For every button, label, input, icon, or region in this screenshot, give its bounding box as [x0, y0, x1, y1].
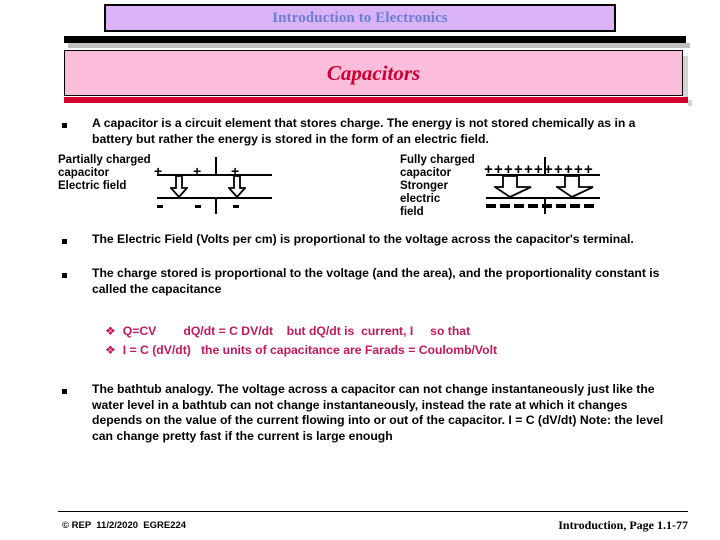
minus-charge-icon — [157, 205, 163, 208]
bullet-text-1: A capacitor is a circuit element that st… — [92, 116, 636, 146]
minus-charge-icon — [570, 204, 580, 208]
subtitle-box-shadow — [683, 56, 688, 102]
minus-charge-icon — [528, 204, 538, 208]
plus-charge-icon: + — [534, 161, 543, 178]
plus-charge-icon: + — [514, 161, 523, 178]
diamond-bullet-icon: ❖ — [105, 343, 116, 357]
bullet-item-3: The charge stored is proportional to the… — [62, 266, 670, 297]
footer-right-text: Introduction, Page 1.1-77 — [558, 518, 688, 532]
plus-charge-icon: + — [574, 161, 583, 178]
minus-charge-icon — [514, 204, 524, 208]
minus-charge-icon — [195, 205, 201, 208]
plus-charge-icon: + — [544, 161, 553, 178]
plus-charge-icon: + — [504, 161, 513, 178]
plus-charge-icon: + — [524, 161, 533, 178]
diamond-bullet-icon: ❖ — [105, 324, 116, 338]
electric-field-arrow-icon — [494, 176, 532, 198]
plus-charge-icon: + — [193, 163, 202, 179]
slide-subtitle-box: Capacitors — [64, 50, 683, 96]
subtitle-divider-red-shadow — [688, 100, 692, 106]
partially-charged-label: Partially charged capacitor Electric fie… — [58, 154, 151, 192]
electric-field-arrow-icon — [228, 176, 246, 198]
square-bullet-icon — [62, 123, 67, 128]
equation-item-1: ❖ Q=CV dQ/dt = C DV/dt but dQ/dt is curr… — [105, 324, 470, 339]
electric-field-arrow-icon — [556, 176, 594, 198]
footer-left-text: © REP 11/2/2020 EGRE224 — [62, 520, 187, 531]
bullet-item-2: The Electric Field (Volts per cm) is pro… — [62, 232, 672, 248]
equation-text-2: I = C (dV/dt) the units of capacitance a… — [122, 343, 498, 357]
square-bullet-icon — [62, 273, 67, 278]
slide-header-banner: Introduction to Electronics — [104, 4, 616, 32]
plus-charge-icon: + — [154, 163, 163, 179]
square-bullet-icon — [62, 239, 67, 244]
minus-charge-icon — [500, 204, 510, 208]
slide-subtitle-text: Capacitors — [326, 60, 421, 85]
minus-charge-icon — [556, 204, 566, 208]
top-lead-line — [215, 157, 217, 174]
slide-header-title: Introduction to Electronics — [272, 9, 448, 26]
subtitle-divider-red — [64, 97, 688, 103]
equation-text-1: Q=CV dQ/dt = C DV/dt but dQ/dt is curren… — [122, 324, 471, 338]
plus-charge-icon: + — [494, 161, 503, 178]
plus-charge-icon: + — [564, 161, 573, 178]
electric-field-arrow-icon — [170, 176, 188, 198]
plus-charge-icon: + — [554, 161, 563, 178]
fully-charged-label: Fully charged capacitor Stronger electri… — [400, 154, 475, 218]
bullet-item-1: A capacitor is a circuit element that st… — [62, 116, 672, 147]
minus-charge-icon — [233, 205, 239, 208]
header-divider-gray-shadow — [68, 43, 690, 48]
bullet-text-2: The Electric Field (Volts per cm) is pro… — [92, 232, 634, 246]
plus-charge-icon: + — [584, 161, 593, 178]
bottom-lead-line — [215, 197, 217, 214]
bullet-item-4: The bathtub analogy. The voltage across … — [62, 382, 670, 444]
plus-charge-icon: + — [231, 163, 240, 179]
header-divider-black — [64, 36, 686, 43]
footer-divider — [58, 511, 688, 512]
bullet-text-3: The charge stored is proportional to the… — [92, 266, 660, 296]
minus-charge-icon — [486, 204, 496, 208]
minus-charge-icon — [542, 204, 552, 208]
square-bullet-icon — [62, 389, 67, 394]
bullet-text-4: The bathtub analogy. The voltage across … — [92, 382, 664, 443]
equation-item-2: ❖ I = C (dV/dt) the units of capacitance… — [105, 343, 497, 358]
minus-charge-icon — [584, 204, 594, 208]
plus-charge-icon: + — [484, 161, 493, 178]
